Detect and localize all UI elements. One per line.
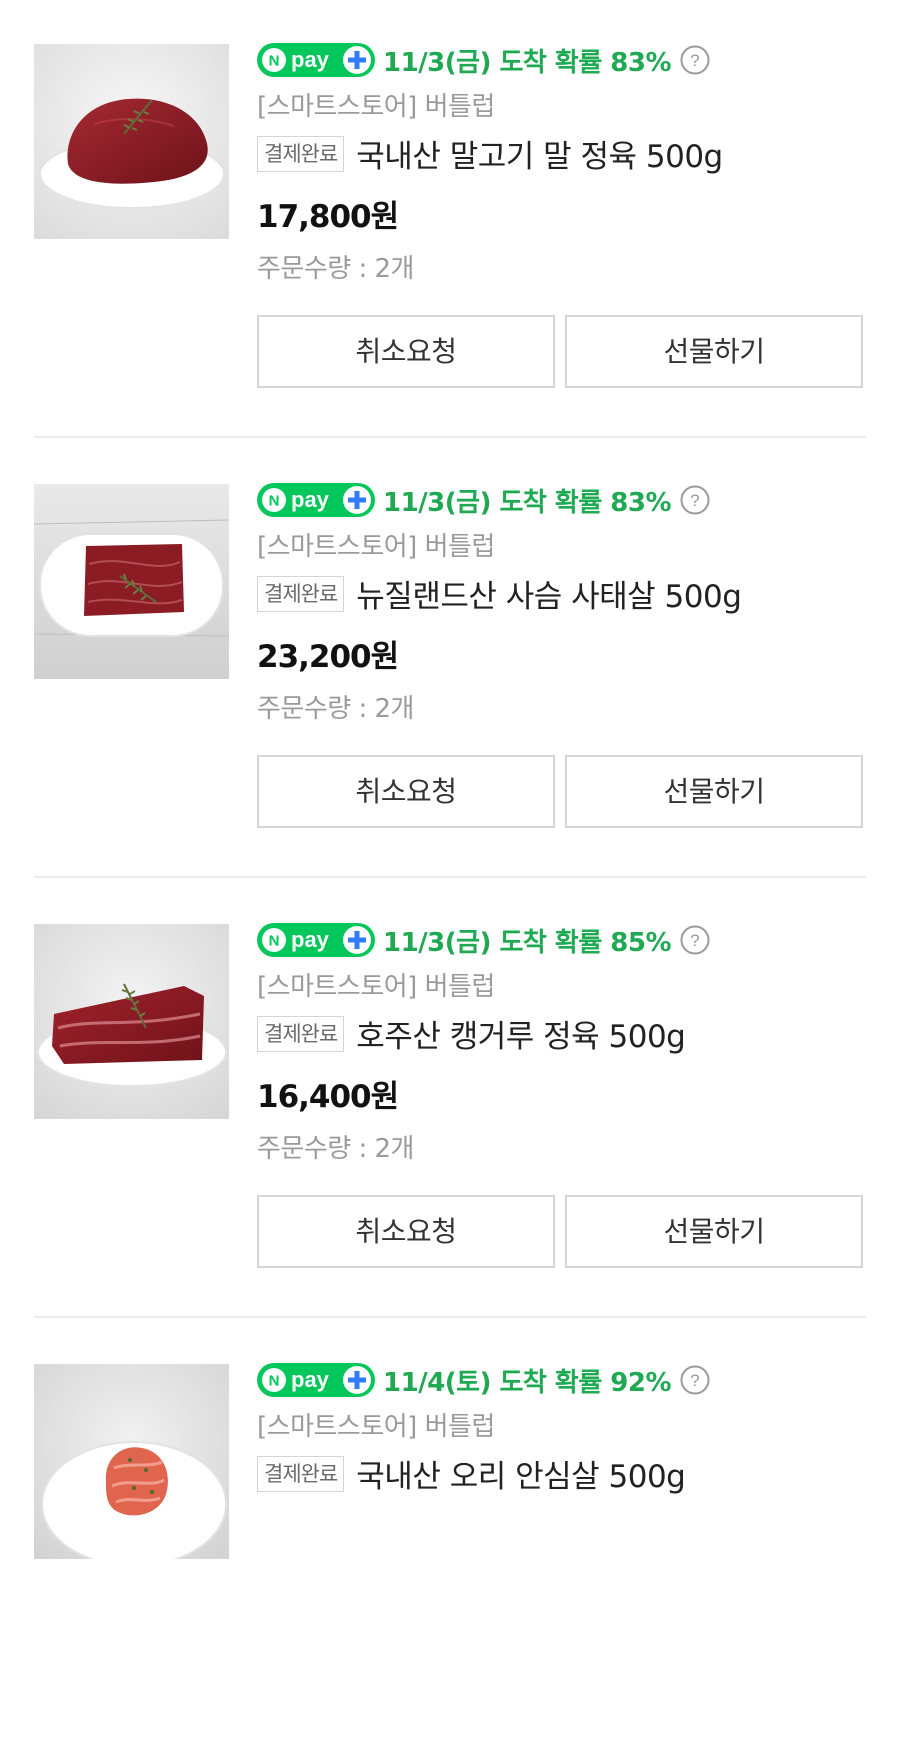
quantity-label: 주문수량 — [257, 694, 351, 724]
svg-text:N: N — [269, 493, 280, 510]
delivery-estimate: 11/3(금) 도착 확률 85% — [383, 927, 672, 958]
quantity-value: 2개 — [374, 254, 414, 284]
delivery-estimate: 11/3(금) 도착 확률 83% — [383, 487, 672, 518]
store-name[interactable]: [스마트스토어] 버틀럽 — [257, 1406, 495, 1443]
npay-plus-icon: N pay — [257, 923, 375, 957]
delivery-row: N pay 11/3(금) 도착 확률 83% ? — [257, 482, 710, 518]
order-item: N pay 11/3(금) 도착 확률 85% ? [스마트스토어] 버틀럽 결… — [0, 880, 900, 1320]
quantity-value: 2개 — [374, 1134, 414, 1164]
svg-text:pay: pay — [291, 927, 330, 952]
gift-button[interactable]: 선물하기 — [565, 755, 863, 828]
svg-text:?: ? — [690, 491, 699, 510]
help-icon[interactable]: ? — [680, 485, 710, 515]
order-quantity: 주문수량 : 2개 — [257, 688, 414, 725]
status-badge: 결제완료 — [257, 135, 345, 172]
status-badge: 결제완료 — [257, 575, 345, 612]
quantity-separator: : — [350, 1134, 375, 1164]
price: 23,200원 — [257, 639, 399, 675]
help-icon[interactable]: ? — [680, 1365, 710, 1395]
product-title-row: 결제완료 국내산 말고기 말 정육 500g — [257, 131, 723, 176]
quantity-label: 주문수량 — [257, 254, 351, 284]
store-name[interactable]: [스마트스토어] 버틀럽 — [257, 86, 495, 123]
divider — [34, 436, 866, 438]
divider — [34, 876, 866, 878]
quantity-separator: : — [350, 254, 375, 284]
order-item: N pay 11/3(금) 도착 확률 83% ? [스마트스토어] 버틀럽 결… — [0, 0, 900, 440]
product-thumbnail[interactable] — [34, 44, 229, 239]
gift-button[interactable]: 선물하기 — [565, 1195, 863, 1268]
product-name[interactable]: 호주산 캥거루 정육 500g — [356, 1011, 686, 1056]
status-badge: 결제완료 — [257, 1455, 345, 1492]
delivery-estimate: 11/4(토) 도착 확률 92% — [383, 1367, 672, 1398]
quantity-label: 주문수량 — [257, 1134, 351, 1164]
help-icon[interactable]: ? — [680, 45, 710, 75]
svg-text:N: N — [269, 1373, 280, 1390]
divider — [34, 1316, 866, 1318]
store-name[interactable]: [스마트스토어] 버틀럽 — [257, 526, 495, 563]
npay-plus-icon: N pay — [257, 483, 375, 517]
product-name[interactable]: 뉴질랜드산 사슴 사태살 500g — [356, 571, 742, 616]
order-item: N pay 11/3(금) 도착 확률 83% ? [스마트스토어] 버틀럽 결… — [0, 440, 900, 880]
delivery-row: N pay 11/4(토) 도착 확률 92% ? — [257, 1362, 710, 1398]
svg-text:?: ? — [690, 51, 699, 70]
gift-button[interactable]: 선물하기 — [565, 315, 863, 388]
horse-meat-image — [34, 44, 229, 239]
help-icon[interactable]: ? — [680, 925, 710, 955]
product-thumbnail[interactable] — [34, 484, 229, 679]
quantity-separator: : — [350, 694, 375, 724]
product-thumbnail[interactable] — [34, 1364, 229, 1559]
product-title-row: 결제완료 호주산 캥거루 정육 500g — [257, 1011, 686, 1056]
svg-text:?: ? — [690, 1371, 699, 1390]
delivery-row: N pay 11/3(금) 도착 확률 83% ? — [257, 42, 710, 78]
product-name[interactable]: 국내산 말고기 말 정육 500g — [356, 131, 723, 176]
order-item: N pay 11/4(토) 도착 확률 92% ? [스마트스토어] 버틀럽 결… — [0, 1320, 900, 1760]
cancel-request-button[interactable]: 취소요청 — [257, 755, 555, 828]
svg-text:N: N — [269, 933, 280, 950]
price: 17,800원 — [257, 199, 399, 235]
price: 16,400원 — [257, 1079, 399, 1115]
duck-tenderloin-image — [34, 1364, 229, 1559]
npay-plus-icon: N pay — [257, 1363, 375, 1397]
quantity-value: 2개 — [374, 694, 414, 724]
delivery-row: N pay 11/3(금) 도착 확률 85% ? — [257, 922, 710, 958]
product-name[interactable]: 국내산 오리 안심살 500g — [356, 1451, 686, 1496]
order-quantity: 주문수량 : 2개 — [257, 248, 414, 285]
svg-text:?: ? — [690, 931, 699, 950]
cancel-request-button[interactable]: 취소요청 — [257, 315, 555, 388]
npay-plus-icon: N pay — [257, 43, 375, 77]
status-badge: 결제완료 — [257, 1015, 345, 1052]
venison-shank-image — [34, 484, 229, 679]
order-quantity: 주문수량 : 2개 — [257, 1128, 414, 1165]
store-name[interactable]: [스마트스토어] 버틀럽 — [257, 966, 495, 1003]
svg-text:pay: pay — [291, 1367, 330, 1392]
product-thumbnail[interactable] — [34, 924, 229, 1119]
svg-text:N: N — [269, 53, 280, 70]
svg-text:pay: pay — [291, 47, 330, 72]
product-title-row: 결제완료 뉴질랜드산 사슴 사태살 500g — [257, 571, 742, 616]
svg-text:pay: pay — [291, 487, 330, 512]
kangaroo-meat-image — [34, 924, 229, 1119]
delivery-estimate: 11/3(금) 도착 확률 83% — [383, 47, 672, 78]
product-title-row: 결제완료 국내산 오리 안심살 500g — [257, 1451, 686, 1496]
cancel-request-button[interactable]: 취소요청 — [257, 1195, 555, 1268]
